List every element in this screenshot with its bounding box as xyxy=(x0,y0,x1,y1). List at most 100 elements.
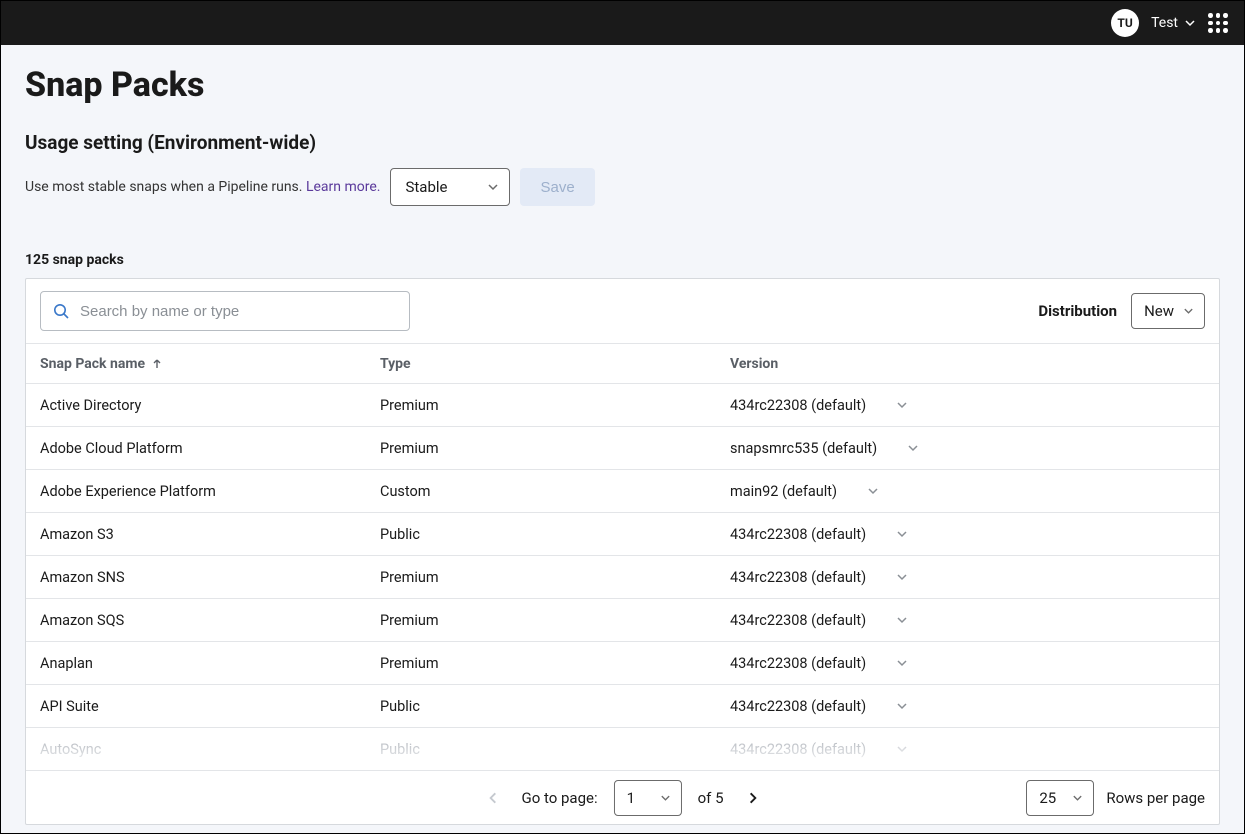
chevron-down-icon xyxy=(1183,306,1194,317)
search-icon xyxy=(53,303,70,320)
version-text: 434rc22308 (default) xyxy=(730,655,866,672)
cell-type: Premium xyxy=(380,612,730,629)
account-label: Test xyxy=(1151,15,1178,31)
right-tools: Distribution New xyxy=(1038,293,1205,329)
usage-desc-text: Use most stable snaps when a Pipeline ru… xyxy=(25,179,306,195)
stability-select[interactable]: Stable xyxy=(390,168,510,206)
table-header: Snap Pack name Type Version xyxy=(26,343,1219,383)
version-text: 434rc22308 (default) xyxy=(730,569,866,586)
top-bar: TU Test xyxy=(1,1,1244,45)
table-row[interactable]: AutoSyncPublic434rc22308 (default) xyxy=(26,727,1219,770)
cell-name: Amazon S3 xyxy=(40,526,380,543)
version-text: snapsmrc535 (default) xyxy=(730,440,877,457)
of-pages-label: of 5 xyxy=(698,789,724,807)
chevron-down-icon xyxy=(896,614,908,626)
chevron-left-icon xyxy=(485,791,499,805)
cell-name: Adobe Experience Platform xyxy=(40,483,380,500)
cell-version[interactable]: 434rc22308 (default) xyxy=(730,655,1205,672)
chevron-down-icon xyxy=(1072,792,1083,803)
page-content: Snap Packs Usage setting (Environment-wi… xyxy=(1,45,1244,833)
cell-version[interactable]: 434rc22308 (default) xyxy=(730,397,1205,414)
cell-version[interactable]: 434rc22308 (default) xyxy=(730,526,1205,543)
table-row[interactable]: Adobe Cloud PlatformPremiumsnapsmrc535 (… xyxy=(26,426,1219,469)
cell-type: Premium xyxy=(380,569,730,586)
chevron-down-icon xyxy=(1184,17,1196,29)
search-input[interactable] xyxy=(80,303,397,320)
chevron-down-icon xyxy=(660,792,671,803)
page-select[interactable]: 1 xyxy=(614,780,682,816)
version-text: main92 (default) xyxy=(730,483,837,500)
version-text: 434rc22308 (default) xyxy=(730,741,866,758)
cell-name: Amazon SQS xyxy=(40,612,380,629)
sort-asc-icon xyxy=(151,358,163,370)
chevron-down-icon xyxy=(896,399,908,411)
chevron-down-icon xyxy=(896,657,908,669)
cell-name: AutoSync xyxy=(40,741,380,758)
table-row[interactable]: Amazon SNSPremium434rc22308 (default) xyxy=(26,555,1219,598)
pagination-right: 25 Rows per page xyxy=(1026,780,1205,816)
learn-more-link[interactable]: Learn more. xyxy=(306,179,381,195)
distribution-label: Distribution xyxy=(1038,302,1117,320)
stability-value: Stable xyxy=(405,178,447,196)
account-dropdown[interactable]: Test xyxy=(1151,15,1196,31)
version-text: 434rc22308 (default) xyxy=(730,397,866,414)
cell-type: Public xyxy=(380,526,730,543)
chevron-down-icon xyxy=(907,442,919,454)
version-text: 434rc22308 (default) xyxy=(730,612,866,629)
cell-type: Premium xyxy=(380,397,730,414)
version-text: 434rc22308 (default) xyxy=(730,698,866,715)
cell-name: Adobe Cloud Platform xyxy=(40,440,380,457)
usage-section-title: Usage setting (Environment-wide) xyxy=(25,131,1220,154)
table-row[interactable]: AnaplanPremium434rc22308 (default) xyxy=(26,641,1219,684)
column-name-label: Snap Pack name xyxy=(40,356,145,372)
rows-per-page-value: 25 xyxy=(1039,789,1056,807)
pagination-center: Go to page: 1 of 5 xyxy=(479,780,765,816)
column-header-version[interactable]: Version xyxy=(730,356,1205,372)
cell-version[interactable]: 434rc22308 (default) xyxy=(730,741,1205,758)
prev-page-button[interactable] xyxy=(479,785,505,811)
table-row[interactable]: Amazon SQSPremium434rc22308 (default) xyxy=(26,598,1219,641)
table-row[interactable]: Amazon S3Public434rc22308 (default) xyxy=(26,512,1219,555)
column-header-type[interactable]: Type xyxy=(380,356,730,372)
cell-name: Active Directory xyxy=(40,397,380,414)
cell-type: Public xyxy=(380,698,730,715)
usage-row: Use most stable snaps when a Pipeline ru… xyxy=(25,168,1220,206)
cell-version[interactable]: main92 (default) xyxy=(730,483,1205,500)
chevron-down-icon xyxy=(867,485,879,497)
table-row[interactable]: API SuitePublic434rc22308 (default) xyxy=(26,684,1219,727)
cell-type: Public xyxy=(380,741,730,758)
search-field[interactable] xyxy=(40,291,410,331)
cell-version[interactable]: 434rc22308 (default) xyxy=(730,612,1205,629)
chevron-down-icon xyxy=(487,181,499,193)
cell-version[interactable]: 434rc22308 (default) xyxy=(730,569,1205,586)
table-row[interactable]: Active DirectoryPremium434rc22308 (defau… xyxy=(26,383,1219,426)
chevron-down-icon xyxy=(896,528,908,540)
cell-name: Amazon SNS xyxy=(40,569,380,586)
go-to-page-label: Go to page: xyxy=(521,789,597,807)
chevron-right-icon xyxy=(746,791,760,805)
chevron-down-icon xyxy=(896,700,908,712)
cell-name: API Suite xyxy=(40,698,380,715)
current-page: 1 xyxy=(627,789,635,807)
app-launcher-icon[interactable] xyxy=(1208,13,1228,33)
chevron-down-icon xyxy=(896,571,908,583)
rows-per-page-label: Rows per page xyxy=(1106,789,1205,807)
cell-name: Anaplan xyxy=(40,655,380,672)
save-button[interactable]: Save xyxy=(520,168,594,206)
column-header-name[interactable]: Snap Pack name xyxy=(40,356,380,372)
version-text: 434rc22308 (default) xyxy=(730,526,866,543)
rows-per-page-select[interactable]: 25 xyxy=(1026,780,1094,816)
usage-description: Use most stable snaps when a Pipeline ru… xyxy=(25,179,380,195)
table-toolbar: Distribution New xyxy=(26,279,1219,343)
pagination: Go to page: 1 of 5 25 Rows per page xyxy=(26,770,1219,824)
next-page-button[interactable] xyxy=(740,785,766,811)
avatar[interactable]: TU xyxy=(1111,9,1139,37)
cell-type: Custom xyxy=(380,483,730,500)
table-body: Active DirectoryPremium434rc22308 (defau… xyxy=(26,383,1219,770)
distribution-select[interactable]: New xyxy=(1131,293,1205,329)
cell-type: Premium xyxy=(380,440,730,457)
cell-version[interactable]: snapsmrc535 (default) xyxy=(730,440,1205,457)
chevron-down-icon xyxy=(896,743,908,755)
table-row[interactable]: Adobe Experience PlatformCustommain92 (d… xyxy=(26,469,1219,512)
cell-version[interactable]: 434rc22308 (default) xyxy=(730,698,1205,715)
